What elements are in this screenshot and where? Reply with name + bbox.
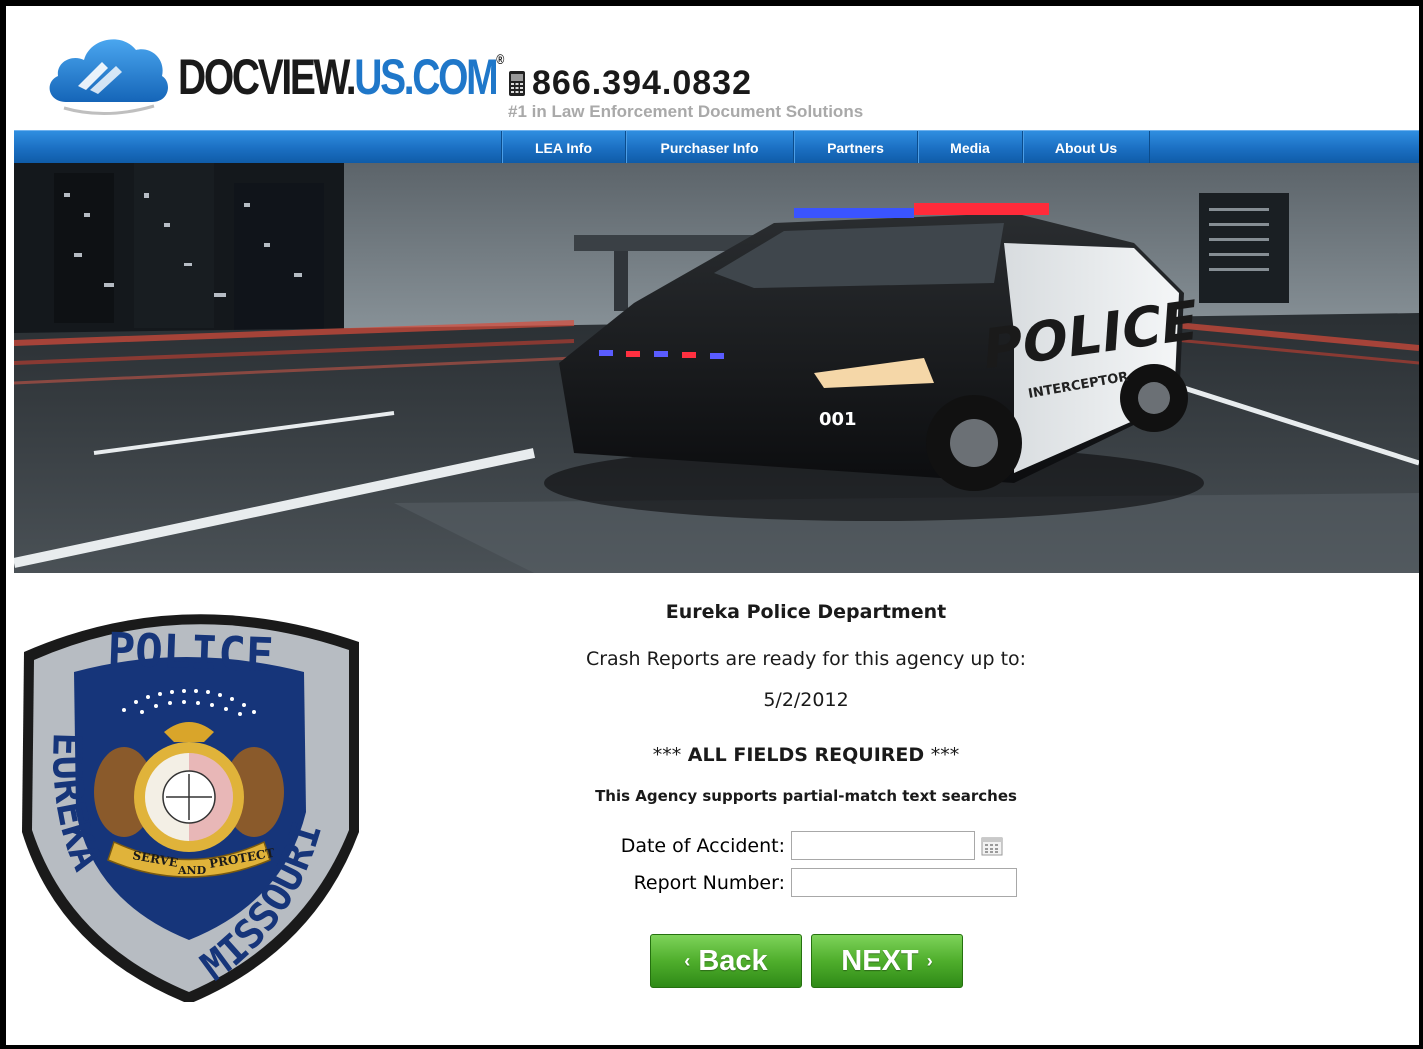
calendar-icon[interactable] (981, 836, 1003, 856)
next-button-label: NEXT (841, 944, 919, 977)
back-button[interactable]: ‹ Back (650, 934, 802, 988)
ready-text: Crash Reports are ready for this agency … (585, 648, 1027, 670)
car-number-text: 001 (819, 409, 857, 430)
ready-date: 5/2/2012 (763, 689, 849, 711)
phone-block: 866.394.0832 (508, 66, 752, 100)
badge-image: SERVE AND PROTECT POLICE EUREKA MISSOURI (22, 614, 359, 1004)
required-notice: *** ALL FIELDS REQUIRED *** (486, 744, 1126, 766)
report-number-input[interactable] (791, 868, 1017, 897)
required-text: ALL FIELDS REQUIRED (681, 744, 931, 766)
required-stars-left: *** (652, 744, 682, 766)
date-of-accident-label: Date of Accident: (620, 834, 785, 857)
logo-wordmark: DOCVIEW.US.COM® (178, 52, 504, 102)
nav-purchaser-info[interactable]: Purchaser Info (625, 131, 793, 164)
eureka-police-badge: SERVE AND PROTECT POLICE EUREKA MISSOURI (14, 602, 366, 1004)
main-nav: LEA Info Purchaser Info Partners Media A… (14, 130, 1419, 164)
chevron-left-icon: ‹ (684, 950, 691, 971)
docview-logo[interactable]: DOCVIEW.US.COM® (42, 24, 504, 124)
police-car-image: POLICE INTERCEPTOR 001 (14, 163, 1419, 573)
page-frame: DOCVIEW.US.COM® 866.394.0832 #1 in Law E… (0, 0, 1423, 1049)
hero-banner: POLICE INTERCEPTOR 001 (14, 163, 1419, 573)
tagline: #1 in Law Enforcement Document Solutions (508, 102, 864, 121)
phone-number: 866.394.0832 (532, 64, 752, 102)
date-of-accident-row: Date of Accident: (12, 831, 1003, 860)
logo-blue-text: US.COM (354, 49, 498, 105)
nav-media[interactable]: Media (917, 131, 1022, 164)
logo-trademark: ® (496, 51, 505, 67)
partial-match-note: This Agency supports partial-match text … (595, 787, 1017, 805)
phone-icon (509, 70, 525, 96)
chevron-right-icon: › (926, 950, 933, 971)
nav-about-us[interactable]: About Us (1022, 131, 1150, 164)
report-number-label: Report Number: (633, 871, 785, 894)
report-number-row: Report Number: (12, 868, 1017, 897)
site-header: DOCVIEW.US.COM® 866.394.0832 #1 in Law E… (14, 10, 1419, 132)
badge-police-text: POLICE (107, 622, 275, 682)
cloud-icon (49, 39, 168, 115)
logo-dark-text: DOCVIEW. (178, 49, 357, 105)
nav-partners[interactable]: Partners (793, 131, 917, 164)
date-of-accident-input[interactable] (791, 831, 975, 860)
next-button[interactable]: NEXT › (811, 934, 963, 988)
nav-lea-info[interactable]: LEA Info (501, 131, 625, 164)
required-stars-right: *** (930, 744, 960, 766)
agency-name: Eureka Police Department (665, 601, 947, 623)
back-button-label: Back (698, 944, 768, 977)
